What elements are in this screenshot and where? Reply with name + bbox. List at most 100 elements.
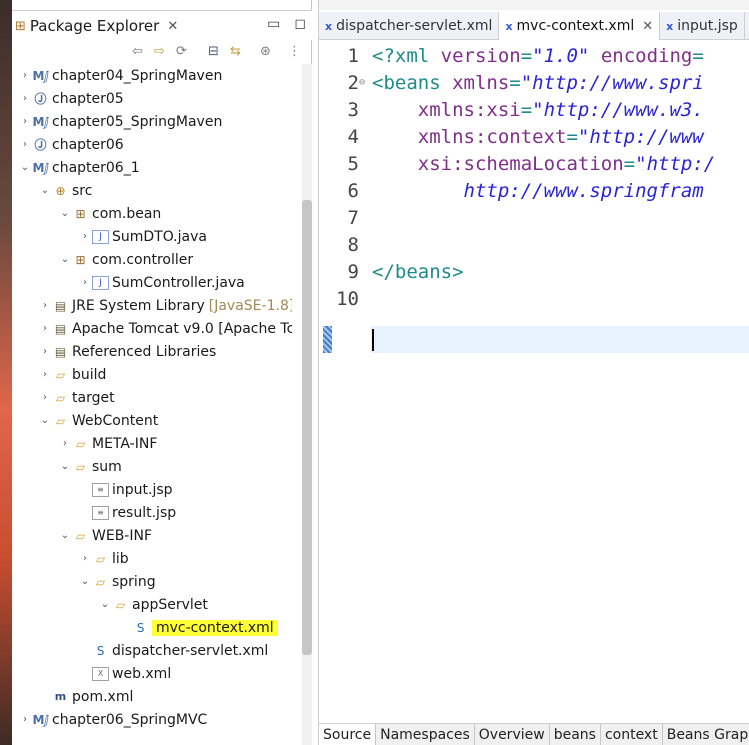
editor-page-tab[interactable]: Namespaces bbox=[376, 724, 475, 745]
tree-item[interactable]: › ▱ lib bbox=[12, 547, 292, 570]
forward-arrow-icon[interactable]: ⇨ bbox=[154, 44, 165, 59]
tree-item[interactable]: Sdispatcher-servlet.xml bbox=[12, 639, 292, 662]
code-line[interactable]: 6 http://www.springfram bbox=[319, 177, 749, 204]
code-token: version bbox=[440, 44, 521, 67]
fold-toggle-icon[interactable]: ⊖ bbox=[359, 77, 369, 88]
code-line[interactable]: 8 bbox=[319, 231, 749, 258]
current-line-highlight bbox=[371, 326, 749, 353]
package-explorer-tab[interactable]: ⊞ Package Explorer ✕ bbox=[12, 11, 178, 41]
xml-editor: x dispatcher-servlet.xml x mvc-context.xml ✕… bbox=[318, 0, 749, 745]
tree-item[interactable]: Xweb.xml bbox=[12, 662, 292, 685]
expanded-arrow-icon[interactable]: ⌄ bbox=[58, 530, 72, 541]
tree-item[interactable]: › ▤ Referenced Libraries bbox=[12, 340, 292, 363]
expanded-arrow-icon[interactable]: ⌄ bbox=[58, 461, 72, 472]
expanded-arrow-icon[interactable]: ⌄ bbox=[18, 162, 32, 173]
editor-page-tab[interactable]: Overview bbox=[475, 724, 550, 745]
tree-item[interactable]: ⌄ Mⅉ chapter06_1 bbox=[12, 156, 292, 179]
tree-item-label: chapter06 bbox=[52, 136, 124, 153]
collapsed-arrow-icon[interactable]: › bbox=[18, 116, 32, 127]
collapsed-arrow-icon[interactable]: › bbox=[38, 300, 52, 311]
editor-tab[interactable]: x mvc-context.xml ✕ bbox=[499, 12, 661, 40]
tree-item[interactable]: › Mⅉ chapter05_SpringMaven bbox=[12, 110, 292, 133]
tree-item[interactable]: ⌄ ⊞ com.bean bbox=[12, 202, 292, 225]
editor-tab[interactable]: x input.jsp bbox=[660, 12, 745, 40]
collapsed-arrow-icon[interactable]: › bbox=[18, 70, 32, 81]
collapsed-arrow-icon[interactable]: › bbox=[78, 277, 92, 288]
tree-item[interactable]: Smvc-context.xml bbox=[12, 616, 292, 639]
code-line[interactable]: 3 xmlns:xsi="http://www.w3. bbox=[319, 96, 749, 123]
editor-page-tab[interactable]: Beans Graph bbox=[663, 724, 749, 745]
focus-icon[interactable]: ⊛ bbox=[260, 44, 271, 59]
collapsed-arrow-icon[interactable]: › bbox=[38, 369, 52, 380]
tree-item[interactable]: › ▱ build bbox=[12, 363, 292, 386]
collapsed-arrow-icon[interactable]: › bbox=[38, 346, 52, 357]
code-line[interactable]: 9 </beans> bbox=[319, 258, 749, 285]
tree-item[interactable]: › Mⅉ chapter04_SpringMaven bbox=[12, 64, 292, 87]
tree-item[interactable]: ≡ result.jsp bbox=[12, 501, 292, 524]
collapsed-arrow-icon[interactable]: › bbox=[58, 438, 72, 449]
tree-item[interactable]: › J SumDTO.java bbox=[12, 225, 292, 248]
editor-page-tab[interactable]: Source bbox=[319, 724, 377, 745]
editor-page-tab[interactable]: beans bbox=[550, 724, 601, 745]
folder-icon: ▱ bbox=[95, 551, 106, 566]
view-menu-icon[interactable]: ⋮ bbox=[288, 44, 301, 59]
collapsed-arrow-icon[interactable]: › bbox=[38, 323, 52, 334]
tree-item[interactable]: › ▱ META-INF bbox=[12, 432, 292, 455]
expanded-arrow-icon[interactable]: ⌄ bbox=[38, 415, 52, 426]
collapsed-arrow-icon[interactable]: › bbox=[18, 714, 32, 725]
editor-tab[interactable]: x dispatcher-servlet.xml bbox=[319, 12, 500, 40]
code-area[interactable]: 1 <?xml version="1.0" encoding= 2 ⊖ <beans x… bbox=[319, 42, 749, 722]
expanded-arrow-icon[interactable]: ⌄ bbox=[58, 254, 72, 265]
expanded-arrow-icon[interactable]: ⌄ bbox=[58, 208, 72, 219]
tree-item[interactable]: › ▱ target bbox=[12, 386, 292, 409]
link-with-editor-icon[interactable]: ⇆ bbox=[230, 44, 241, 59]
tree-scrollbar-thumb[interactable] bbox=[302, 200, 312, 655]
tree-item-label: chapter06_1 bbox=[52, 159, 140, 176]
tree-item[interactable]: › ▤ Apache Tomcat v9.0 [Apache Tc bbox=[12, 317, 292, 340]
code-line[interactable]: 5 xsi:schemaLocation="http:/ bbox=[319, 150, 749, 177]
up-icon[interactable]: ⟳ bbox=[176, 44, 187, 59]
tree-item[interactable]: › J SumController.java bbox=[12, 271, 292, 294]
tree-item[interactable]: ⌄ ▱ spring bbox=[12, 570, 292, 593]
collapsed-arrow-icon[interactable]: › bbox=[78, 231, 92, 242]
code-line[interactable]: 2 ⊖ <beans xmlns="http://www.spri bbox=[319, 69, 749, 96]
line-number: 4 bbox=[347, 125, 359, 148]
tree-item[interactable]: › Ⓙchapter06 bbox=[12, 133, 292, 156]
collapsed-arrow-icon[interactable]: › bbox=[38, 392, 52, 403]
collapse-all-icon[interactable]: ⊟ bbox=[208, 44, 219, 59]
collapsed-arrow-icon[interactable]: › bbox=[18, 93, 32, 104]
tree-item[interactable]: ⌄ ▱ WEB-INF bbox=[12, 524, 292, 547]
tree-item[interactable]: › Mⅉ chapter06_SpringMVC bbox=[12, 708, 292, 731]
back-arrow-icon[interactable]: ⇦ bbox=[132, 44, 143, 59]
code-token: xsi:schemaLocation bbox=[372, 152, 624, 175]
expanded-arrow-icon[interactable]: ⌄ bbox=[78, 576, 92, 587]
close-icon[interactable]: ✕ bbox=[167, 19, 178, 34]
code-line[interactable]: 7 bbox=[319, 204, 749, 231]
expanded-arrow-icon[interactable]: ⌄ bbox=[98, 599, 112, 610]
code-line[interactable]: 10 bbox=[319, 285, 749, 312]
expanded-arrow-icon[interactable]: ⌄ bbox=[38, 185, 52, 196]
tree-item[interactable]: ⌄ ▱ sum bbox=[12, 455, 292, 478]
code-line[interactable]: 4 xmlns:context="http://www bbox=[319, 123, 749, 150]
tree-item-label: dispatcher-servlet.xml bbox=[112, 642, 269, 659]
tree-item[interactable]: ⌄ ▱ appServlet bbox=[12, 593, 292, 616]
tree-item[interactable]: m pom.xml bbox=[12, 685, 292, 708]
tree-item[interactable]: ⌄ ⊞ com.controller bbox=[12, 248, 292, 271]
tree-item[interactable]: ⌄ ⊕ src bbox=[12, 179, 292, 202]
tree-item[interactable]: › Ⓙchapter05 bbox=[12, 87, 292, 110]
collapsed-arrow-icon[interactable]: › bbox=[78, 553, 92, 564]
code-line[interactable]: 1 <?xml version="1.0" encoding= bbox=[319, 42, 749, 69]
code-text: xmlns:xsi="http://www.w3. bbox=[369, 99, 704, 121]
tree-item[interactable]: › ▤ JRE System Library [JavaSE-1.8] bbox=[12, 294, 292, 317]
line-number: 9 bbox=[347, 260, 359, 283]
collapsed-arrow-icon[interactable]: › bbox=[18, 139, 32, 150]
tree-item[interactable]: ⌄ ▱ WebContent bbox=[12, 409, 292, 432]
editor-page-tab[interactable]: context bbox=[601, 724, 663, 745]
minimize-icon[interactable]: ▭ bbox=[267, 16, 280, 32]
tree-item-label: chapter04_SpringMaven bbox=[52, 67, 223, 84]
maximize-icon[interactable]: ◻ bbox=[294, 16, 306, 32]
maven-project-icon: Mⅉ bbox=[32, 712, 49, 727]
close-icon[interactable]: ✕ bbox=[642, 19, 653, 34]
tree-item[interactable]: ≡ input.jsp bbox=[12, 478, 292, 501]
folder-icon: ▱ bbox=[75, 459, 86, 474]
